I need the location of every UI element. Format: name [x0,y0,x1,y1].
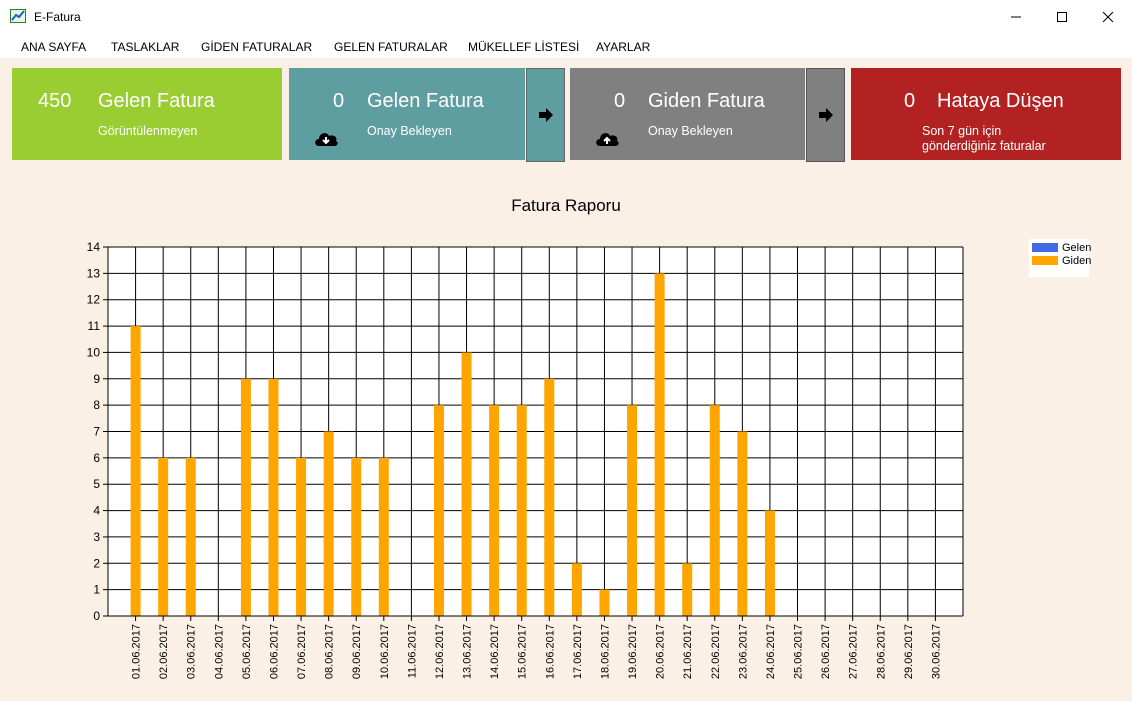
bar-giden [268,378,279,616]
x-tick-label: 12.06.2017 [434,624,446,679]
menu-ayarlar[interactable]: AYARLAR [596,40,650,54]
bar-giden [627,405,638,616]
x-tick-label: 24.06.2017 [765,624,777,679]
legend-label: Gelen [1062,242,1091,254]
menu-ana-sayfa[interactable]: ANA SAYFA [21,40,86,54]
x-tick-label: 27.06.2017 [848,624,860,679]
bar-giden [599,589,610,616]
bar-giden [185,457,196,616]
bar-giden [544,378,555,616]
maximize-button[interactable] [1039,0,1085,34]
y-tick-label: 7 [93,425,100,439]
close-button[interactable] [1085,0,1131,34]
legend-label: Giden [1062,255,1091,267]
x-tick-label: 29.06.2017 [903,624,915,679]
x-tick-label: 20.06.2017 [655,624,667,679]
y-tick-label: 1 [93,583,100,597]
chart-app-icon [10,9,26,23]
invoice-report-chart: 0123456789101112131401.06.2017 02.06.2017… [87,239,1091,679]
x-tick-label: 23.06.2017 [737,624,749,679]
bar-giden [351,457,362,616]
content-area: 450 Gelen Fatura Görüntülenmeyen 0 Gelen… [0,58,1132,701]
x-tick-label: 09.06.2017 [351,624,363,679]
x-tick-label: 26.06.2017 [820,624,832,679]
y-tick-label: 0 [93,609,100,623]
maximize-icon [1057,12,1067,22]
x-tick-label: 05.06.2017 [241,624,253,679]
y-tick-label: 9 [93,372,100,386]
y-tick-label: 5 [93,477,100,491]
y-tick-label: 4 [93,504,100,518]
x-tick-label: 14.06.2017 [489,624,501,679]
bar-giden [571,563,582,616]
menu-giden-faturalar[interactable]: GİDEN FATURALAR [201,40,312,54]
x-tick-label: 11.06.2017 [406,624,418,678]
menu-taslaklar[interactable]: TASLAKLAR [111,40,179,54]
menu-mukellef-listesi[interactable]: MÜKELLEF LİSTESİ [468,40,579,54]
legend-swatch [1032,243,1058,252]
bar-giden [461,352,472,616]
y-tick-label: 2 [93,556,100,570]
x-tick-label: 08.06.2017 [324,624,336,679]
bar-giden [240,378,251,616]
y-tick-label: 12 [87,293,101,307]
bar-giden [709,405,720,616]
menu-gelen-faturalar[interactable]: GELEN FATURALAR [334,40,448,54]
window-title: E-Fatura [34,10,81,24]
x-tick-label: 18.06.2017 [599,624,611,679]
bar-giden [433,405,444,616]
y-tick-label: 11 [88,319,101,333]
minimize-icon [1011,16,1021,18]
bar-giden [378,457,389,616]
bar-giden [654,273,665,616]
bar-giden [516,405,527,616]
close-icon [1102,11,1114,23]
bar-giden [130,326,141,616]
x-tick-label: 07.06.2017 [296,624,308,679]
chart-legend[interactable]: GelenGiden [1029,239,1091,277]
x-tick-label: 22.06.2017 [710,624,722,679]
x-tick-label: 19.06.2017 [627,624,639,679]
x-tick-label: 25.06.2017 [793,624,805,679]
x-tick-label: 16.06.2017 [544,624,556,679]
y-tick-label: 13 [87,266,101,280]
title-bar: E-Fatura [0,0,1132,34]
x-tick-label: 04.06.2017 [213,624,225,679]
y-tick-label: 3 [93,530,100,544]
x-tick-label: 28.06.2017 [875,624,887,679]
x-tick-label: 10.06.2017 [379,624,391,679]
bar-giden [682,563,693,616]
menu-bar: ANA SAYFA TASLAKLAR GİDEN FATURALAR GELE… [0,34,1132,58]
bar-giden [323,431,334,616]
y-tick-label: 8 [93,398,100,412]
bar-giden [489,405,500,616]
bar-giden [764,510,775,616]
bar-giden [737,431,748,616]
x-tick-label: 17.06.2017 [572,624,584,679]
legend-swatch [1032,256,1058,265]
y-tick-label: 10 [87,345,101,359]
y-tick-label: 6 [93,451,100,465]
x-tick-label: 02.06.2017 [158,624,170,679]
x-tick-label: 21.06.2017 [682,624,694,679]
x-tick-label: 06.06.2017 [268,624,280,679]
y-tick-label: 14 [87,240,101,254]
chart-grid [107,246,964,617]
x-tick-label: 30.06.2017 [930,624,942,679]
x-tick-label: 15.06.2017 [517,624,529,679]
x-tick-label: 13.06.2017 [462,624,474,679]
bar-giden [158,457,169,616]
minimize-button[interactable] [993,0,1039,34]
x-tick-label: 03.06.2017 [186,624,198,679]
bar-giden [296,457,307,616]
x-tick-label: 01.06.2017 [131,624,143,679]
